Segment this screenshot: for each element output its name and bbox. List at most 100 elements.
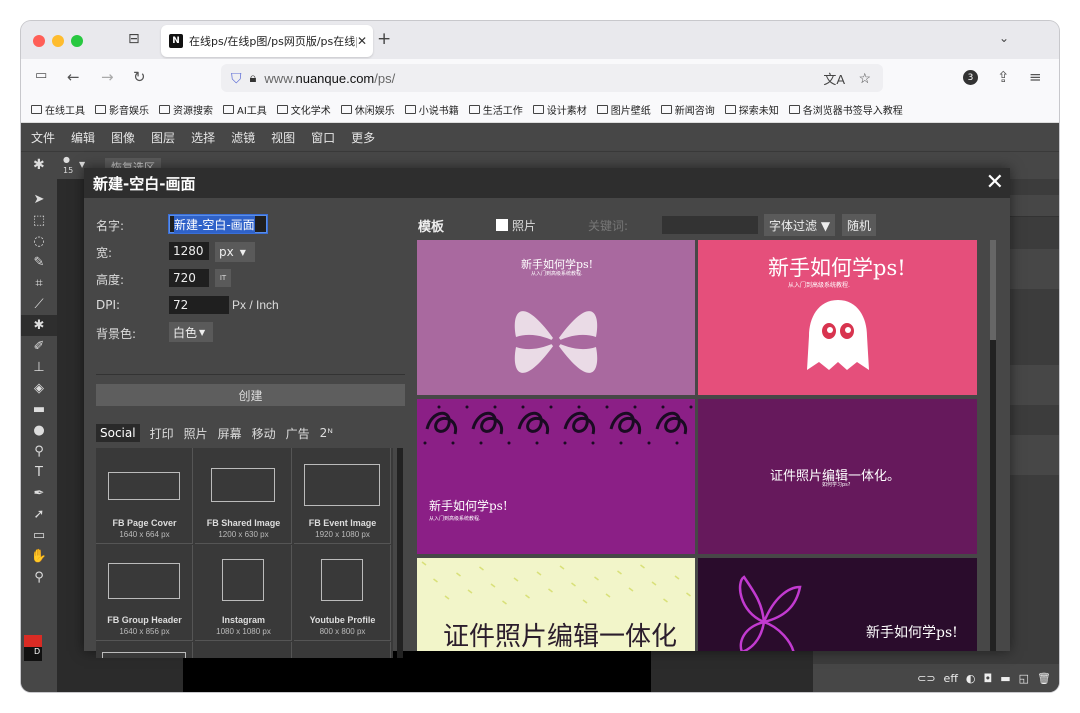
template-thumbnail[interactable]: 新手如何学ps! (698, 558, 977, 651)
category-tab[interactable]: 移动 (252, 425, 276, 442)
menu-item[interactable]: 文件 (31, 129, 55, 146)
font-filter-button[interactable]: 字体过滤 ▼ (764, 214, 836, 236)
bookmark-item[interactable]: 影音娱乐 (95, 102, 149, 117)
preset-item[interactable] (195, 642, 292, 658)
menu-item[interactable]: 视图 (271, 129, 295, 146)
menu-item[interactable]: 图层 (151, 129, 175, 146)
tab-overview-icon[interactable]: ⊟ (128, 31, 140, 47)
tracking-shield-icon[interactable]: ⛉ (231, 70, 242, 87)
menu-item[interactable]: 滤镜 (231, 129, 255, 146)
back-icon[interactable]: ← (67, 68, 80, 86)
aspect-lock-icon[interactable]: IT (215, 269, 231, 287)
bookmark-item[interactable]: 文化学术 (276, 102, 331, 117)
category-tab[interactable]: Social (96, 424, 140, 442)
photo-checkbox[interactable] (496, 219, 508, 231)
foreground-color-swatch[interactable] (24, 635, 42, 647)
menu-item[interactable]: 更多 (351, 129, 375, 146)
close-tab-icon[interactable]: ✕ (357, 34, 373, 48)
bookmark-item[interactable]: 休闲娱乐 (340, 102, 395, 117)
delete-icon[interactable]: 🗑︎ (1037, 672, 1051, 685)
new-layer-icon[interactable]: ◱ (1019, 672, 1029, 685)
preset-item[interactable]: FB Page Cover 1640 x 664 px (96, 448, 193, 544)
preset-item[interactable]: FB Shared Image 1200 x 630 px (195, 448, 292, 544)
menu-item[interactable]: 选择 (191, 129, 215, 146)
brush-size[interactable]: 15 (63, 166, 73, 175)
link-icon[interactable]: ⊂⊃ (917, 672, 935, 685)
gradient-tool-icon[interactable]: ▬ (21, 399, 57, 420)
bookmark-star-icon[interactable]: ☆ (858, 70, 871, 87)
tab-list-chevron-icon[interactable]: ⌄ (999, 31, 1009, 45)
adjustment-icon[interactable]: ◐ (966, 672, 976, 685)
type-tool-icon[interactable]: T (21, 462, 57, 483)
preset-item[interactable]: Instagram 1080 x 1080 px (195, 545, 292, 641)
template-thumbnail[interactable]: 新手如何学ps! 从入门到高级系统教程. (417, 240, 695, 395)
category-tab[interactable]: 广告 (286, 425, 310, 442)
preset-item[interactable]: FB Event Image 1920 x 1080 px (294, 448, 391, 544)
preset-item[interactable]: FB Group Header 1640 x 856 px (96, 545, 193, 641)
height-input[interactable]: 720 (169, 269, 209, 287)
template-thumbnail[interactable]: 证件照片编辑一体化 (417, 558, 695, 651)
crop-tool-icon[interactable]: ⌗ (21, 273, 57, 294)
move-tool-icon[interactable]: ➤ (21, 189, 57, 210)
address-bar[interactable]: ⛉ 🔒︎ www. nuanque.com/ps/ 文A ☆ (221, 64, 883, 92)
width-input[interactable]: 1280 (169, 242, 209, 260)
bookmark-item[interactable]: 探索未知 (724, 102, 779, 117)
minimize-window-button[interactable] (52, 35, 64, 47)
bookmark-item[interactable]: 资源搜索 (159, 102, 213, 117)
marquee-tool-icon[interactable]: ⬚ (21, 210, 57, 231)
reload-icon[interactable]: ↻ (133, 68, 146, 86)
bookmark-item[interactable]: 小说书籍 (404, 102, 459, 117)
category-tab[interactable]: 屏幕 (218, 425, 242, 442)
category-tab[interactable]: 2ᴺ (320, 426, 333, 440)
name-input[interactable]: 新建-空白-画面 (169, 215, 267, 233)
menu-icon[interactable]: ≡ (1029, 68, 1042, 86)
lock-icon[interactable]: 🔒︎ (250, 70, 257, 86)
bookmark-item[interactable]: 各浏览器书签导入教程 (788, 102, 903, 117)
forward-icon[interactable]: → (101, 68, 114, 86)
menu-item[interactable]: 图像 (111, 129, 135, 146)
template-thumbnail[interactable]: 新手如何学ps! 从入门到高级系统教程. (698, 240, 977, 395)
random-button[interactable]: 随机 (842, 214, 877, 236)
bookmark-item[interactable]: AI工具 (223, 102, 267, 117)
eraser-tool-icon[interactable]: ◈ (21, 378, 57, 399)
dpi-input[interactable]: 72 (169, 296, 229, 314)
shape-tool-icon[interactable]: ▭ (21, 525, 57, 546)
bookmark-item[interactable]: 生活工作 (468, 102, 523, 117)
create-button[interactable]: 创建 (96, 384, 405, 406)
color-swatches[interactable]: D (24, 635, 46, 661)
template-scroll-thumb[interactable] (990, 240, 996, 340)
menu-item[interactable]: 窗口 (311, 129, 335, 146)
mask-icon[interactable]: ◘ (984, 672, 993, 685)
menu-item[interactable]: 编辑 (71, 129, 95, 146)
healing-tool-icon[interactable]: ✱ (33, 157, 45, 173)
brush-tool-icon[interactable]: ✐ (21, 336, 57, 357)
category-tab[interactable]: 照片 (184, 425, 208, 442)
clone-stamp-icon[interactable]: ⊥ (21, 357, 57, 378)
preset-item[interactable]: Youtube Profile 800 x 800 px (294, 545, 391, 641)
preset-item[interactable] (294, 642, 391, 658)
effects-icon[interactable]: eff (944, 672, 958, 685)
bookmark-item[interactable]: 新闻咨询 (660, 102, 715, 117)
category-tab[interactable]: 打印 (150, 425, 174, 442)
share-icon[interactable]: ⇪ (997, 68, 1010, 86)
template-thumbnail[interactable]: 新手如何学ps! 从入门到高级系统教程. (417, 399, 695, 554)
unit-select[interactable]: px ▼ (215, 242, 255, 262)
zoom-window-button[interactable] (71, 35, 83, 47)
lasso-tool-icon[interactable]: ◌ (21, 231, 57, 252)
background-select[interactable]: 白色 ▼ (169, 322, 213, 342)
background-color-swatch[interactable]: D (24, 647, 42, 661)
pen-tool-icon[interactable]: ✒ (21, 483, 57, 504)
extensions-badge[interactable]: 3 (963, 70, 978, 85)
dodge-tool-icon[interactable]: ⚲ (21, 441, 57, 462)
brush-dot-icon[interactable]: ● (63, 155, 70, 164)
preset-scrollbar[interactable] (397, 448, 403, 658)
eyedropper-icon[interactable]: ⟋ (21, 294, 57, 315)
template-scrollbar[interactable] (990, 240, 996, 651)
bookmark-item[interactable]: 图片壁纸 (596, 102, 651, 117)
keyword-input[interactable] (662, 216, 758, 234)
template-thumbnail[interactable]: 证件照片编辑一体化。 如何学习ps? (698, 399, 977, 554)
bookmark-item[interactable]: 设计素材 (532, 102, 587, 117)
dialog-close-icon[interactable]: ✕ (986, 170, 1004, 195)
sidebar-icon[interactable]: ▭ (35, 68, 47, 83)
path-select-icon[interactable]: ➚ (21, 504, 57, 525)
